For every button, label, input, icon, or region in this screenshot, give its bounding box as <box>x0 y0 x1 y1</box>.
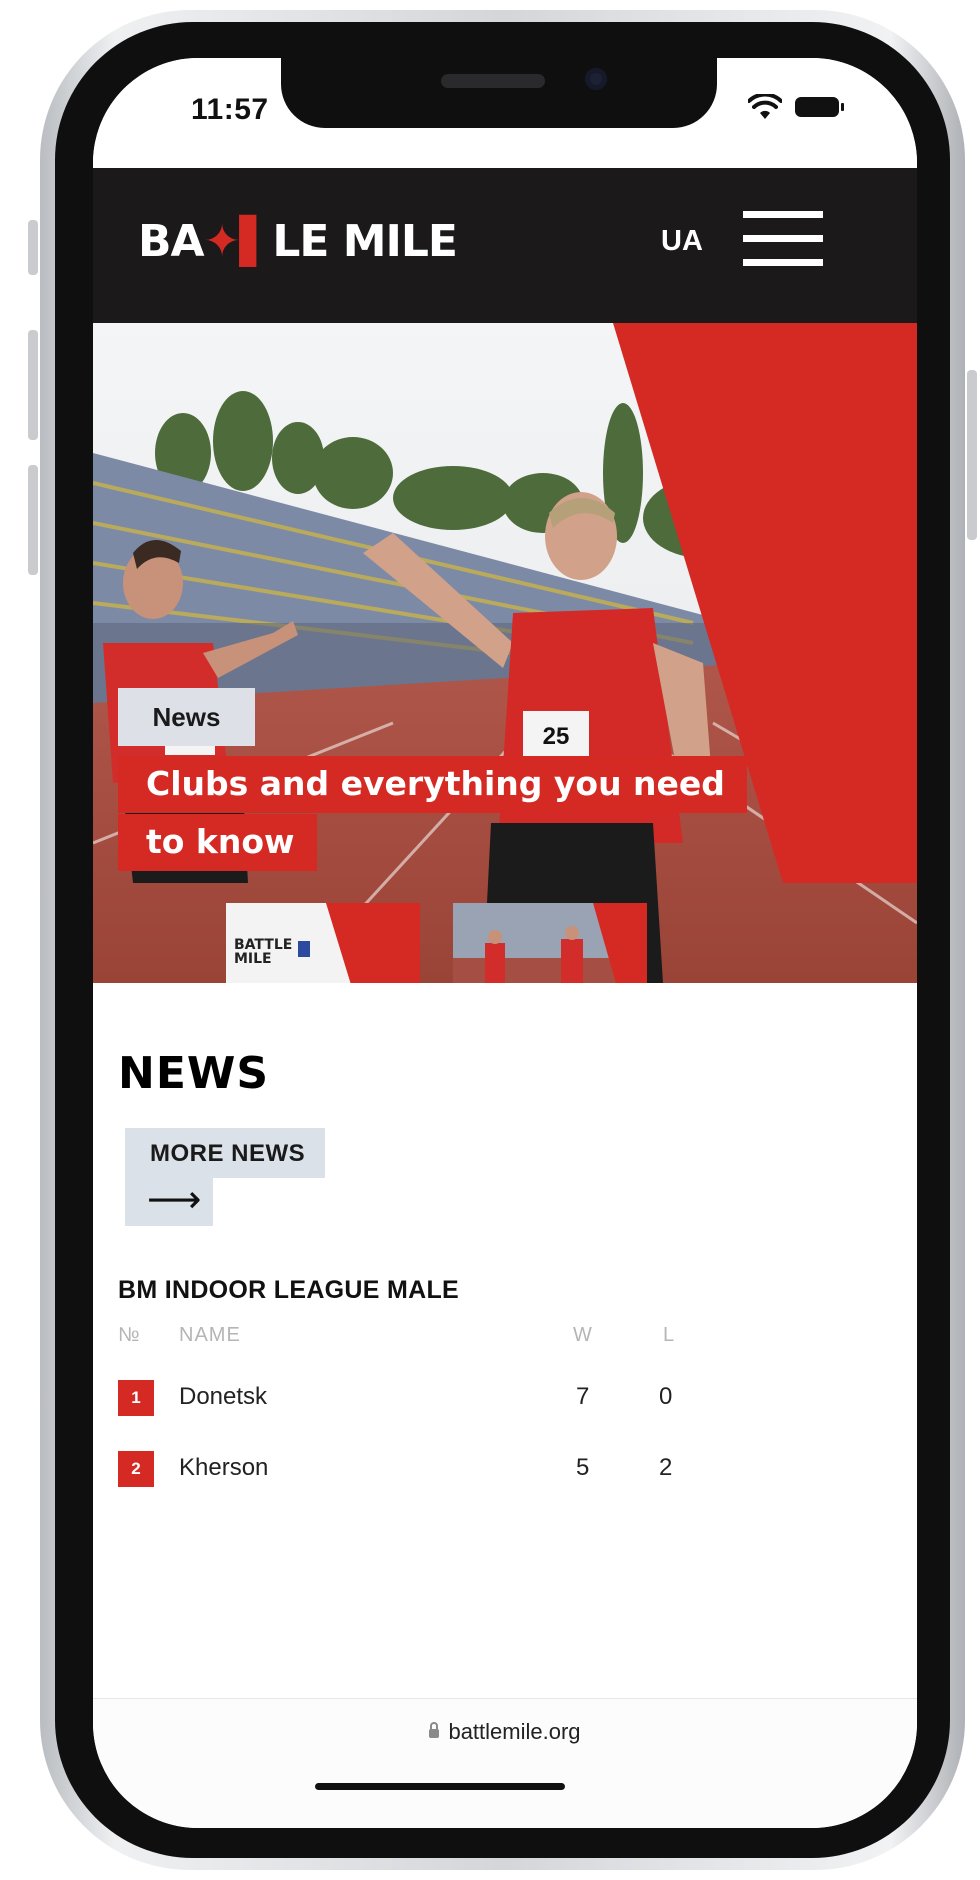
power-button <box>967 370 977 540</box>
front-camera <box>585 68 607 90</box>
more-news-button[interactable]: MORE NEWS ⟶ <box>125 1128 325 1238</box>
runner-logo-icon: ✦▌ <box>203 216 274 267</box>
language-switcher[interactable]: UA <box>661 225 703 258</box>
team-name: Kherson <box>179 1454 269 1481</box>
column-header-wins: W <box>573 1324 593 1346</box>
status-time: 11:57 <box>191 93 269 126</box>
battle-mile-logo[interactable]: BA✦▌LE MILE <box>138 216 458 267</box>
carousel-thumbnail-2[interactable] <box>453 903 647 983</box>
thumbnail-1-logo: BATTLE MILE <box>234 937 293 967</box>
speaker-grille <box>441 74 545 88</box>
phone-screen: 11:57 BA✦▌LE MILE UA 25 News Clubs and e… <box>93 58 917 1828</box>
column-header-name: NAME <box>179 1324 241 1346</box>
team-name: Donetsk <box>179 1383 268 1410</box>
lock-icon <box>429 1722 440 1738</box>
url-display[interactable]: battlemile.org <box>93 1719 917 1745</box>
carousel-thumbnail-1[interactable]: BATTLE MILE <box>226 903 420 983</box>
mute-switch <box>28 220 38 275</box>
rank-badge: 2 <box>118 1451 154 1487</box>
thumbnail-2-image <box>453 903 647 983</box>
more-news-label: MORE NEWS <box>150 1140 306 1167</box>
news-tag[interactable]: News <box>118 688 255 746</box>
losses-value: 0 <box>659 1383 673 1410</box>
rank-badge: 1 <box>118 1380 154 1416</box>
hero-banner[interactable]: 21 25 News Clubs and everything you need… <box>93 323 917 983</box>
wifi-icon <box>748 94 782 119</box>
wins-value: 5 <box>576 1454 590 1481</box>
volume-up-button <box>28 330 38 440</box>
battery-icon <box>795 97 844 117</box>
notch <box>281 58 717 128</box>
arrow-right-icon: ⟶ <box>147 1179 202 1221</box>
home-indicator[interactable] <box>315 1783 565 1790</box>
column-header-number: № <box>118 1324 141 1346</box>
news-heading: NEWS <box>118 1048 270 1099</box>
wins-value: 7 <box>576 1383 590 1410</box>
site-header: BA✦▌LE MILE UA <box>93 168 917 323</box>
status-bar: 11:57 <box>93 58 917 168</box>
column-header-losses: L <box>663 1324 676 1346</box>
hero-title[interactable]: Clubs and everything you need to know <box>118 755 747 871</box>
losses-value: 2 <box>659 1454 673 1481</box>
hamburger-icon[interactable] <box>743 211 823 267</box>
league-title: BM INDOOR LEAGUE MALE <box>118 1276 460 1304</box>
right-runner-bib: 25 <box>543 723 570 750</box>
hero-photo: 21 25 <box>93 323 917 983</box>
browser-url-bar[interactable]: battlemile.org <box>93 1698 917 1828</box>
volume-down-button <box>28 465 38 575</box>
